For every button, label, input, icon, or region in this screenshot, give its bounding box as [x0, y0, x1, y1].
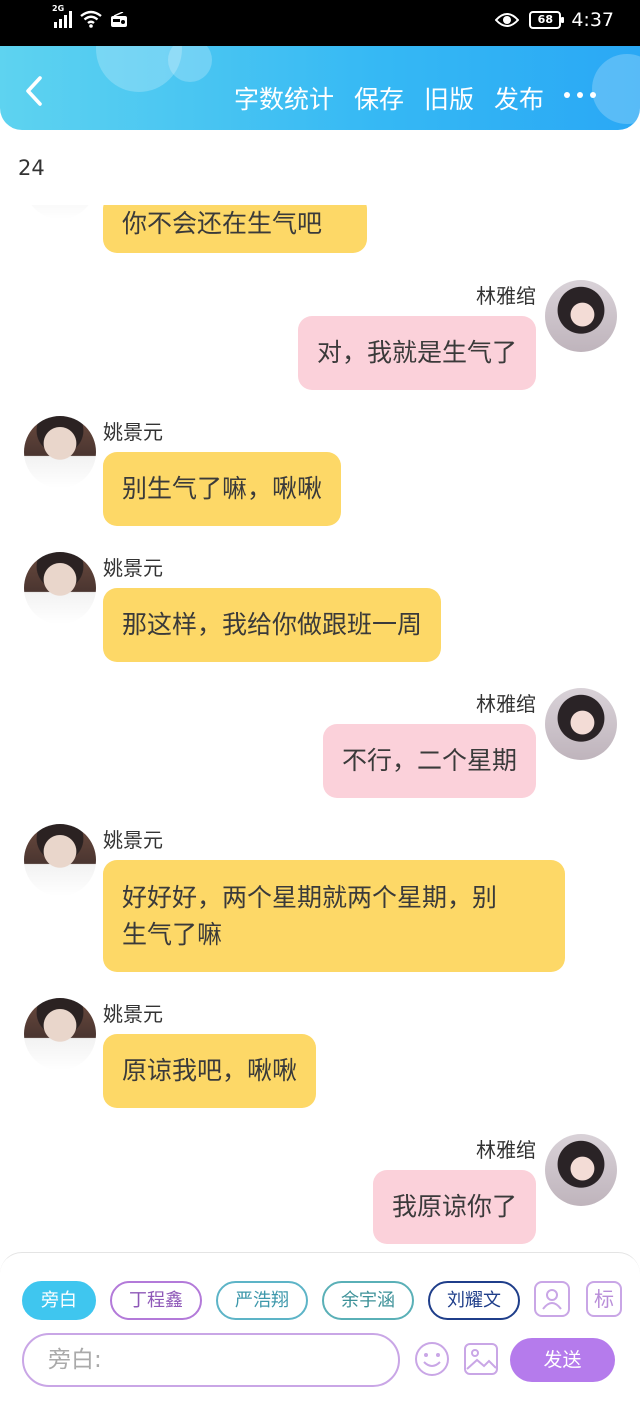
old-version-button[interactable]: 旧版: [424, 80, 474, 116]
header-decoration: [592, 54, 640, 124]
message-bubble[interactable]: 不行，二个星期: [322, 724, 536, 798]
back-arrow-icon[interactable]: [20, 74, 50, 108]
sender-name: 林雅绾: [476, 692, 536, 716]
message-bubble[interactable]: 我原谅你了: [372, 1170, 536, 1244]
role-chip-narration[interactable]: 旁白: [22, 1281, 96, 1320]
radio-icon: [111, 12, 127, 27]
message-input[interactable]: 旁白:: [22, 1333, 400, 1387]
role-manage-icon[interactable]: [534, 1281, 570, 1317]
emoji-icon[interactable]: [414, 1341, 450, 1377]
message-line: 生气了嘛: [122, 920, 223, 949]
app-header: 字数统计 保存 旧版 发布: [0, 46, 640, 130]
role-selector: 旁白 丁程鑫 严浩翔 余宇涵 刘耀文: [22, 1281, 520, 1321]
eye-icon: [495, 13, 520, 27]
chat-area[interactable]: 你不会还在生气吧 林雅绾 对，我就是生气了 姚景元 别生气了嘛，啾啾 姚景元 那…: [0, 205, 640, 1250]
message-bubble[interactable]: 那这样，我给你做跟班一周: [103, 588, 442, 662]
sender-name: 林雅绾: [476, 284, 536, 308]
sender-name: 林雅绾: [476, 1138, 536, 1162]
sender-name: 姚景元: [103, 556, 163, 580]
avatar[interactable]: [24, 824, 96, 896]
message-bubble[interactable]: 对，我就是生气了: [297, 316, 536, 390]
network-type: 2G: [52, 4, 65, 13]
role-chip[interactable]: 严浩翔: [216, 1281, 308, 1320]
header-actions: 字数统计 保存 旧版 发布: [234, 80, 544, 116]
role-chip[interactable]: 刘耀文: [428, 1281, 520, 1320]
save-button[interactable]: 保存: [354, 80, 404, 116]
header-decoration: [168, 46, 212, 82]
clock: 4:37: [571, 9, 614, 31]
role-chip[interactable]: 余宇涵: [322, 1281, 414, 1320]
avatar[interactable]: [545, 688, 617, 760]
send-button[interactable]: 发送: [510, 1338, 615, 1382]
more-icon[interactable]: [564, 92, 596, 98]
avatar[interactable]: [24, 552, 96, 624]
publish-button[interactable]: 发布: [494, 80, 544, 116]
message-bubble[interactable]: 你不会还在生气吧: [103, 205, 367, 253]
sender-name: 姚景元: [103, 420, 163, 444]
tag-icon[interactable]: 标: [586, 1281, 622, 1317]
message-bubble[interactable]: 原谅我吧，啾啾: [103, 1034, 317, 1108]
word-count-button[interactable]: 字数统计: [234, 80, 334, 116]
message-bubble[interactable]: 别生气了嘛，啾啾: [103, 452, 342, 526]
avatar[interactable]: [24, 205, 96, 219]
avatar[interactable]: [24, 998, 96, 1070]
battery-indicator: 68: [529, 11, 565, 29]
avatar[interactable]: [545, 280, 617, 352]
message-bubble[interactable]: 好好好，两个星期就两个星期，别 生气了嘛: [103, 860, 565, 972]
composer-panel: 旁白 丁程鑫 严浩翔 余宇涵 刘耀文 标 旁白: 发送: [0, 1252, 640, 1422]
wifi-icon: [80, 10, 102, 28]
sender-name: 姚景元: [103, 1002, 163, 1026]
sender-name: 姚景元: [103, 828, 163, 852]
role-chip[interactable]: 丁程鑫: [110, 1281, 202, 1320]
word-count-value: 24: [18, 156, 45, 180]
status-bar: 2G 68 4:37: [0, 0, 640, 46]
avatar[interactable]: [545, 1134, 617, 1206]
message-line: 好好好，两个星期就两个星期，别: [122, 883, 498, 912]
image-icon[interactable]: [463, 1341, 499, 1377]
avatar[interactable]: [24, 416, 96, 488]
signal-icon: 2G: [52, 4, 72, 28]
